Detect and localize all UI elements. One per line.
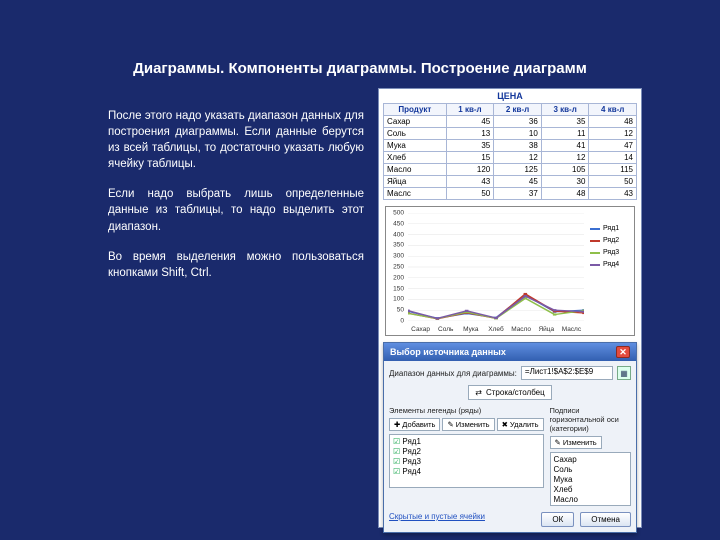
data-table: Продукт1 кв-л2 кв-л3 кв-л4 кв-л Сахар453… xyxy=(383,103,637,200)
swap-label: Строка/столбец xyxy=(486,388,545,397)
table-row: Сахар45363548 xyxy=(384,116,637,128)
category-list[interactable]: СахарСольМукаХлебМасло xyxy=(550,452,631,506)
list-item[interactable]: Масло xyxy=(554,495,627,504)
close-icon[interactable]: ✕ xyxy=(616,346,630,358)
list-item[interactable]: Ряд1 xyxy=(393,437,540,446)
table-header: 3 кв-л xyxy=(541,104,589,116)
table-row: Хлеб15121214 xyxy=(384,152,637,164)
series-panel-label: Элементы легенды (ряды) xyxy=(389,406,544,415)
hidden-cells-link[interactable]: Скрытые и пустые ячейки xyxy=(389,512,535,527)
table-row: Маслс50374843 xyxy=(384,188,637,200)
paragraph-2: Если надо выбрать лишь определенные данн… xyxy=(108,186,364,234)
series-list[interactable]: Ряд1Ряд2Ряд3Ряд4 xyxy=(389,434,544,488)
list-item[interactable]: Ряд2 xyxy=(393,447,540,456)
paragraph-3: Во время выделения можно пользоваться кн… xyxy=(108,249,364,281)
dialog-title-text: Выбор источника данных xyxy=(390,347,506,357)
swap-row-column-button[interactable]: ⇄ Строка/столбец xyxy=(468,385,551,400)
chart-plot-area: 050100150200250300350400450500 СахарСоль… xyxy=(408,213,584,321)
table-header: 2 кв-л xyxy=(494,104,542,116)
ok-button[interactable]: ОК xyxy=(541,512,574,527)
swap-icon: ⇄ xyxy=(475,388,482,397)
body-text: После этого надо указать диапазон данных… xyxy=(108,108,364,295)
data-source-dialog: Выбор источника данных ✕ Диапазон данных… xyxy=(383,342,637,533)
table-header: 4 кв-л xyxy=(589,104,637,116)
range-picker-icon[interactable]: ▦ xyxy=(617,366,631,380)
cancel-button[interactable]: Отмена xyxy=(580,512,631,527)
list-item[interactable]: Соль xyxy=(554,465,627,474)
edit-categories-button[interactable]: ✎Изменить xyxy=(550,436,602,449)
range-label: Диапазон данных для диаграммы: xyxy=(389,369,517,378)
paragraph-1: После этого надо указать диапазон данных… xyxy=(108,108,364,172)
list-item[interactable]: Мука xyxy=(554,475,627,484)
table-header: Продукт xyxy=(384,104,447,116)
spreadsheet-area: ЦЕНА Продукт1 кв-л2 кв-л3 кв-л4 кв-л Сах… xyxy=(379,89,641,202)
remove-series-button[interactable]: ✖Удалить xyxy=(497,418,544,431)
list-item[interactable]: Хлеб xyxy=(554,485,627,494)
add-series-button[interactable]: ✚Добавить xyxy=(389,418,440,431)
x-icon: ✖ xyxy=(502,420,508,429)
line-chart: 050100150200250300350400450500 СахарСоль… xyxy=(385,206,635,336)
categories-panel-label: Подписи горизонтальной оси (категории) xyxy=(550,406,631,433)
slide-title: Диаграммы. Компоненты диаграммы. Построе… xyxy=(0,60,720,77)
excel-screenshot: ЦЕНА Продукт1 кв-л2 кв-л3 кв-л4 кв-л Сах… xyxy=(378,88,642,528)
plus-icon: ✚ xyxy=(394,420,400,429)
table-row: Мука35384147 xyxy=(384,140,637,152)
pencil-icon: ✎ xyxy=(447,420,453,429)
list-item[interactable]: Сахар xyxy=(554,455,627,464)
edit-series-button[interactable]: ✎Изменить xyxy=(442,418,494,431)
table-row: Соль13101112 xyxy=(384,128,637,140)
range-input[interactable]: =Лист1!$A$2:$E$9 xyxy=(521,366,613,380)
chart-legend: Ряд1Ряд2Ряд3Ряд4 xyxy=(588,207,634,335)
list-item[interactable]: Ряд3 xyxy=(393,457,540,466)
table-row: Яйца43453050 xyxy=(384,176,637,188)
list-item[interactable]: Ряд4 xyxy=(393,467,540,476)
table-title: ЦЕНА xyxy=(383,91,637,101)
table-row: Масло120125105115 xyxy=(384,164,637,176)
dialog-titlebar: Выбор источника данных ✕ xyxy=(384,343,636,361)
table-header: 1 кв-л xyxy=(446,104,494,116)
pencil-icon: ✎ xyxy=(555,438,561,447)
